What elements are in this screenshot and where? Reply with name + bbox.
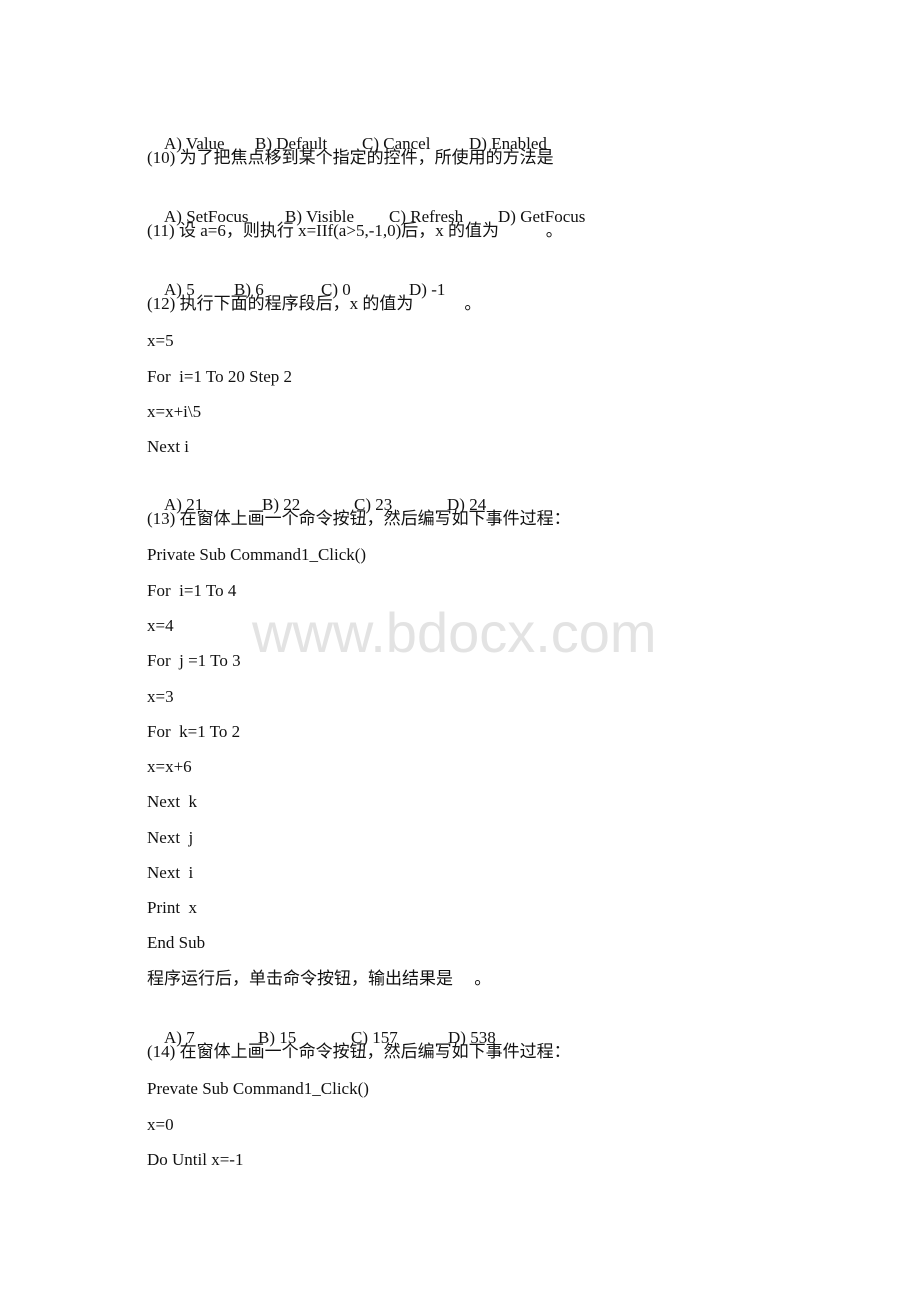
code-line: Print x	[147, 898, 198, 917]
watermark: www.bdocx.com	[252, 601, 657, 664]
document-page: www.bdocx.com A) Value B) Default C) Cance…	[0, 0, 920, 1302]
question-14: (14) 在窗体上画一个命令按钮，然后编写如下事件过程：	[147, 1042, 571, 1061]
code-line: Next i	[147, 437, 190, 456]
code-line: Next i	[147, 863, 194, 882]
code-line: End Sub	[147, 933, 206, 952]
question-12: (12) 执行下面的程序段后，x 的值为 。	[147, 294, 482, 313]
code-line: Do Until x=-1	[147, 1150, 244, 1169]
code-line: x=x+i\5	[147, 402, 202, 421]
question-13: (13) 在窗体上画一个命令按钮，然后编写如下事件过程：	[147, 509, 571, 528]
code-line: For i=1 To 20 Step 2	[147, 367, 293, 386]
code-line: x=3	[147, 687, 174, 706]
code-line: For k=1 To 2	[147, 722, 241, 741]
code-line: Prevate Sub Command1_Click()	[147, 1079, 369, 1098]
code-line: For j =1 To 3	[147, 651, 241, 670]
question-11: (11) 设 a=6，则执行 x=IIf(a>5,-1,0)后，x 的值为 。	[147, 221, 563, 240]
code-line: Next j	[147, 828, 194, 847]
code-line: x=5	[147, 331, 174, 350]
question-13-prompt: 程序运行后，单击命令按钮，输出结果是 。	[147, 969, 492, 988]
code-line: x=x+6	[147, 757, 192, 776]
code-line: Private Sub Command1_Click()	[147, 545, 367, 564]
code-line: Next k	[147, 792, 198, 811]
code-line: For i=1 To 4	[147, 581, 237, 600]
code-line: x=0	[147, 1115, 174, 1134]
code-line: x=4	[147, 616, 174, 635]
question-10: (10) 为了把焦点移到某个指定的控件，所使用的方法是	[147, 148, 554, 167]
